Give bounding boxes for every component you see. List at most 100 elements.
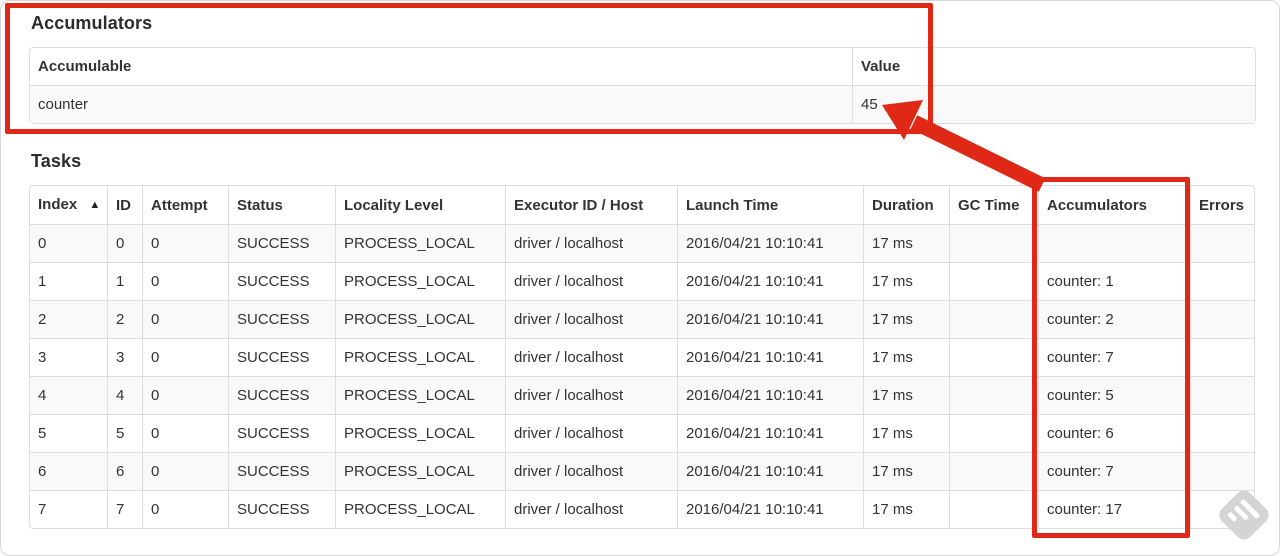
tasks-table-header: Index ▲ ID Attempt Status Locality Level… — [30, 186, 1254, 224]
table-cell: 2016/04/21 10:10:41 — [677, 224, 863, 262]
table-cell: 0 — [30, 224, 107, 262]
table-cell: driver / localhost — [505, 300, 677, 338]
table-cell: driver / localhost — [505, 224, 677, 262]
table-cell: 0 — [142, 414, 228, 452]
table-cell: 2016/04/21 10:10:41 — [677, 300, 863, 338]
table-cell: 2016/04/21 10:10:41 — [677, 490, 863, 528]
table-cell — [949, 490, 1038, 528]
column-header-index-label: Index — [38, 196, 78, 213]
column-header-index[interactable]: Index ▲ — [30, 186, 107, 224]
table-cell — [1190, 414, 1254, 452]
table-cell: 1 — [30, 262, 107, 300]
table-cell: 17 ms — [863, 224, 949, 262]
table-cell: PROCESS_LOCAL — [335, 300, 505, 338]
page-content: Accumulators Accumulable Value counter 45… — [1, 1, 1279, 529]
table-cell: 0 — [142, 300, 228, 338]
table-cell: 2016/04/21 10:10:41 — [677, 452, 863, 490]
table-cell: SUCCESS — [228, 490, 335, 528]
table-cell: SUCCESS — [228, 376, 335, 414]
table-cell — [1190, 300, 1254, 338]
table-row: 5 5 0 SUCCESS PROCESS_LOCAL driver / localhos… — [30, 414, 1254, 452]
column-header-locality-level[interactable]: Locality Level — [335, 186, 505, 224]
table-cell: counter: 7 — [1038, 452, 1190, 490]
tasks-table-body: 0 0 0 SUCCESS PROCESS_LOCAL driver / localhos… — [30, 224, 1254, 528]
table-cell: PROCESS_LOCAL — [335, 262, 505, 300]
table-cell: 7 — [30, 490, 107, 528]
accumulators-section-title: Accumulators — [31, 13, 153, 33]
column-header-status[interactable]: Status — [228, 186, 335, 224]
table-row: 4 4 0 SUCCESS PROCESS_LOCAL driver / localhos… — [30, 376, 1254, 414]
table-cell — [949, 376, 1038, 414]
column-header-accumulable[interactable]: Accumulable — [30, 48, 852, 85]
table-cell — [1038, 224, 1190, 262]
table-cell — [949, 452, 1038, 490]
column-header-errors[interactable]: Errors — [1190, 186, 1254, 224]
table-cell: 17 ms — [863, 262, 949, 300]
table-cell — [1190, 224, 1254, 262]
table-cell: PROCESS_LOCAL — [335, 224, 505, 262]
table-cell: 17 ms — [863, 490, 949, 528]
table-cell: counter — [30, 85, 852, 123]
table-row: 3 3 0 SUCCESS PROCESS_LOCAL driver / localhos… — [30, 338, 1254, 376]
table-cell: 2016/04/21 10:10:41 — [677, 262, 863, 300]
table-cell: 2016/04/21 10:10:41 — [677, 376, 863, 414]
table-header-row: Accumulable Value — [30, 48, 1255, 85]
table-cell — [1190, 262, 1254, 300]
table-cell: driver / localhost — [505, 376, 677, 414]
table-cell: driver / localhost — [505, 452, 677, 490]
table-cell: 0 — [107, 224, 142, 262]
table-cell — [949, 224, 1038, 262]
column-header-accumulators[interactable]: Accumulators — [1038, 186, 1190, 224]
table-cell: 17 ms — [863, 300, 949, 338]
table-cell: PROCESS_LOCAL — [335, 490, 505, 528]
column-header-attempt[interactable]: Attempt — [142, 186, 228, 224]
table-cell: counter: 6 — [1038, 414, 1190, 452]
table-cell: 6 — [30, 452, 107, 490]
column-header-duration[interactable]: Duration — [863, 186, 949, 224]
table-cell: 2016/04/21 10:10:41 — [677, 414, 863, 452]
table-cell: 0 — [142, 452, 228, 490]
table-cell: 6 — [107, 452, 142, 490]
table-cell: counter: 7 — [1038, 338, 1190, 376]
table-cell: 45 — [852, 85, 1255, 123]
column-header-id[interactable]: ID — [107, 186, 142, 224]
table-cell: counter: 2 — [1038, 300, 1190, 338]
accumulators-table: Accumulable Value counter 45 — [29, 47, 1256, 124]
table-cell: PROCESS_LOCAL — [335, 414, 505, 452]
table-cell — [1190, 376, 1254, 414]
table-row: 0 0 0 SUCCESS PROCESS_LOCAL driver / localhos… — [30, 224, 1254, 262]
table-cell: driver / localhost — [505, 490, 677, 528]
accumulators-table-header: Accumulable Value — [30, 48, 1255, 85]
column-header-executor-id-host[interactable]: Executor ID / Host — [505, 186, 677, 224]
watermark-stripe — [1227, 511, 1238, 523]
table-cell — [1190, 338, 1254, 376]
spark-ui-page: Accumulators Accumulable Value counter 45… — [0, 0, 1280, 556]
table-cell: counter: 17 — [1038, 490, 1190, 528]
table-cell: 0 — [142, 338, 228, 376]
table-cell: 17 ms — [863, 338, 949, 376]
table-cell: counter: 1 — [1038, 262, 1190, 300]
table-cell: 0 — [142, 376, 228, 414]
table-cell: 7 — [107, 490, 142, 528]
table-cell: SUCCESS — [228, 300, 335, 338]
sort-ascending-icon: ▲ — [89, 199, 101, 211]
table-cell: 17 ms — [863, 376, 949, 414]
table-cell: PROCESS_LOCAL — [335, 452, 505, 490]
column-header-launch-time[interactable]: Launch Time — [677, 186, 863, 224]
column-header-gc-time[interactable]: GC Time — [949, 186, 1038, 224]
table-cell: SUCCESS — [228, 262, 335, 300]
table-cell: 4 — [107, 376, 142, 414]
table-header-row: Index ▲ ID Attempt Status Locality Level… — [30, 186, 1254, 224]
column-header-value[interactable]: Value — [852, 48, 1255, 85]
table-cell: SUCCESS — [228, 224, 335, 262]
table-cell — [949, 338, 1038, 376]
table-row: 1 1 0 SUCCESS PROCESS_LOCAL driver / localhos… — [30, 262, 1254, 300]
table-cell: 17 ms — [863, 452, 949, 490]
table-cell: driver / localhost — [505, 262, 677, 300]
table-row: 6 6 0 SUCCESS PROCESS_LOCAL driver / localhos… — [30, 452, 1254, 490]
table-cell: SUCCESS — [228, 452, 335, 490]
table-cell: 5 — [30, 414, 107, 452]
tasks-table: Index ▲ ID Attempt Status Locality Level… — [29, 185, 1255, 529]
table-cell: 3 — [107, 338, 142, 376]
table-cell — [949, 262, 1038, 300]
